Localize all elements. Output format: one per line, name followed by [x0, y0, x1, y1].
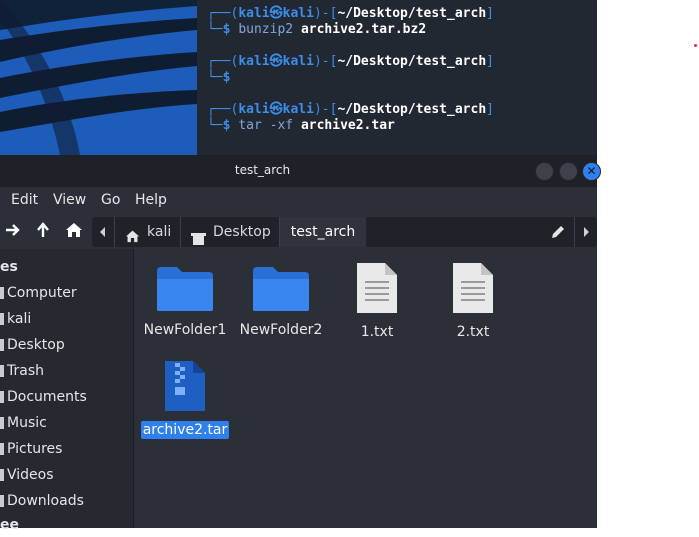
music-icon	[0, 417, 4, 429]
path-scroll-right-button[interactable]	[575, 217, 597, 247]
terminal-command-line: └─$ tar -xf archive2.tar	[207, 118, 395, 133]
folder-icon	[157, 267, 213, 311]
documents-icon	[0, 391, 4, 403]
sidebar-header: ee	[0, 517, 19, 533]
path-bar: kali Desktop test_arch	[92, 217, 597, 247]
file-label: 1.txt	[360, 324, 394, 340]
file-label: 2.txt	[456, 324, 490, 340]
sidebar-header: es	[0, 259, 18, 275]
pictures-icon	[0, 443, 4, 455]
file-label: NewFolder2	[239, 322, 323, 338]
videos-icon	[0, 469, 4, 481]
sidebar-item-downloads[interactable]: Downloads	[0, 489, 84, 513]
terminal-prompt-line: ┌──(kali㉿kali)-[~/Desktop/test_arch]	[207, 6, 494, 21]
menu-help[interactable]: Help	[135, 192, 167, 208]
sidebar-item-documents[interactable]: Documents	[0, 385, 87, 409]
edit-path-button[interactable]	[546, 217, 570, 247]
sidebar-item-videos[interactable]: Videos	[0, 463, 54, 487]
maximize-button[interactable]	[559, 162, 578, 181]
file-item-2-txt[interactable]: 2.txt	[428, 261, 518, 341]
arrow-right-icon[interactable]	[4, 221, 22, 244]
pencil-icon	[552, 226, 564, 238]
computer-icon	[0, 287, 4, 299]
crumb-label: Desktop	[213, 224, 271, 240]
crumb-label: kali	[147, 224, 172, 240]
crumb-test-arch[interactable]: test_arch	[280, 217, 366, 247]
terminal-prompt-line: ┌──(kali㉿kali)-[~/Desktop/test_arch]	[207, 54, 494, 69]
menu-edit[interactable]: Edit	[11, 192, 38, 208]
sidebar-item-desktop[interactable]: Desktop	[0, 333, 65, 357]
menu-go[interactable]: Go	[101, 192, 120, 208]
file-item-newfolder2[interactable]: NewFolder2	[236, 265, 326, 339]
sidebar-item-music[interactable]: Music	[0, 411, 47, 435]
red-dot	[694, 44, 697, 47]
sidebar-item-computer[interactable]: Computer	[0, 281, 77, 305]
text-file-icon	[453, 263, 493, 313]
file-label: archive2.tar	[140, 421, 230, 439]
sidebar: es Computer kali Desktop Trash Documents…	[0, 249, 134, 533]
sidebar-item-pictures[interactable]: Pictures	[0, 437, 62, 461]
path-scroll-left-button[interactable]	[92, 217, 114, 247]
menu-bar: Edit View Go Help	[0, 187, 597, 215]
title-bar[interactable]: test_arch ✕	[0, 155, 601, 187]
sidebar-item-kali[interactable]: kali	[0, 307, 31, 331]
downloads-icon	[0, 495, 4, 507]
close-icon: ✕	[586, 164, 597, 178]
text-file-icon	[357, 263, 397, 313]
file-item-newfolder1[interactable]: NewFolder1	[140, 265, 230, 339]
terminal-prompt-line: ┌──(kali㉿kali)-[~/Desktop/test_arch]	[207, 102, 494, 117]
desktop-wallpaper	[0, 0, 197, 155]
home-icon	[0, 313, 4, 325]
terminal-window[interactable]: ┌──(kali㉿kali)-[~/Desktop/test_arch] └─$…	[197, 0, 597, 155]
home-icon[interactable]	[65, 221, 83, 244]
file-manager-window: test_arch ✕ Edit View Go Help kali Deskt…	[0, 155, 601, 533]
terminal-command-line: └─$	[207, 70, 231, 85]
folder-icon	[253, 267, 309, 311]
file-item-1-txt[interactable]: 1.txt	[332, 261, 422, 341]
close-button[interactable]: ✕	[582, 162, 601, 181]
crumb-desktop[interactable]: Desktop	[181, 217, 279, 247]
file-label: NewFolder1	[143, 322, 227, 338]
window-title: test_arch	[234, 163, 291, 177]
sidebar-item-trash[interactable]: Trash	[0, 359, 44, 383]
crumb-kali[interactable]: kali	[115, 217, 180, 247]
desktop-icon	[0, 339, 4, 351]
minimize-button[interactable]	[535, 162, 554, 181]
archive-icon	[165, 361, 205, 411]
arrow-up-icon[interactable]	[34, 221, 52, 244]
trash-icon	[0, 365, 4, 377]
menu-view[interactable]: View	[53, 192, 86, 208]
file-item-archive2-tar[interactable]: archive2.tar	[140, 359, 230, 439]
toolbar: kali Desktop test_arch	[0, 215, 597, 249]
file-view[interactable]: NewFolder1 NewFolder2 1.txt 2.txt archiv…	[134, 249, 597, 528]
terminal-command-line: └─$ bunzip2 archive2.tar.bz2	[207, 22, 427, 37]
